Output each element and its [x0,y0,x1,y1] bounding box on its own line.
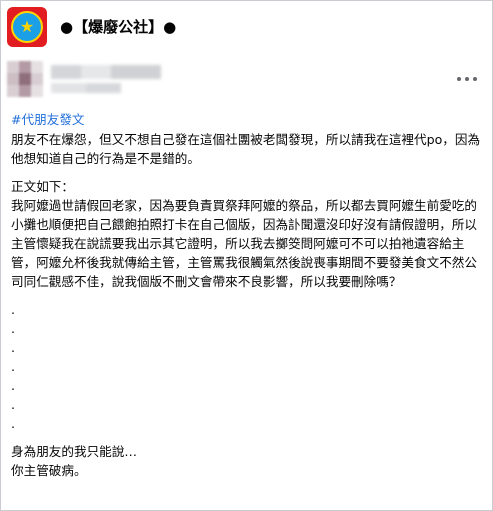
author-name-redacted [51,65,161,79]
ellipsis-dot: . [11,321,16,336]
post-intro: 朋友不在爆怨，但又不想自己發在這個社團被老闆發現，所以請我在這裡代po，因為他想… [11,132,481,166]
author-avatar[interactable] [7,61,43,97]
post-header: ★ ●【爆廢公社】● [7,7,487,47]
ellipsis-dot: . [11,302,16,317]
more-dot-icon [473,77,477,81]
body-heading: 正文如下： [11,179,74,194]
more-dot-icon [457,77,461,81]
ellipsis-dot: . [11,359,16,374]
post-card: ★ ●【爆廢公社】● #代朋友發文 朋友不在爆怨，但又不想自己發在這個社團被老闆… [0,0,493,511]
closing-line: 你主管破病。 [11,463,87,478]
group-avatar[interactable]: ★ [7,7,47,47]
post-main-text: 我阿嬤過世請假回老家，因為要負責買祭拜阿嬤的祭品，所以都去買阿嬤生前愛吃的小攤也… [11,198,477,289]
author-row [7,61,487,97]
ellipsis-dot: . [11,397,16,412]
hashtag-link[interactable]: #代朋友發文 [11,110,487,129]
closing-line: 身為朋友的我只能說… [11,444,137,459]
post-meta-redacted [51,83,121,93]
more-options-button[interactable] [453,69,481,89]
ellipsis-dot: . [11,378,16,393]
ellipsis-dot: . [11,416,16,431]
ellipsis-dot: . [11,340,16,355]
group-logo-star-icon: ★ [19,17,35,36]
more-dot-icon [465,77,469,81]
group-name[interactable]: ●【爆廢公社】● [60,17,176,37]
post-body: #代朋友發文 朋友不在爆怨，但又不想自己發在這個社團被老闆發現，所以請我在這裡代… [11,110,487,480]
